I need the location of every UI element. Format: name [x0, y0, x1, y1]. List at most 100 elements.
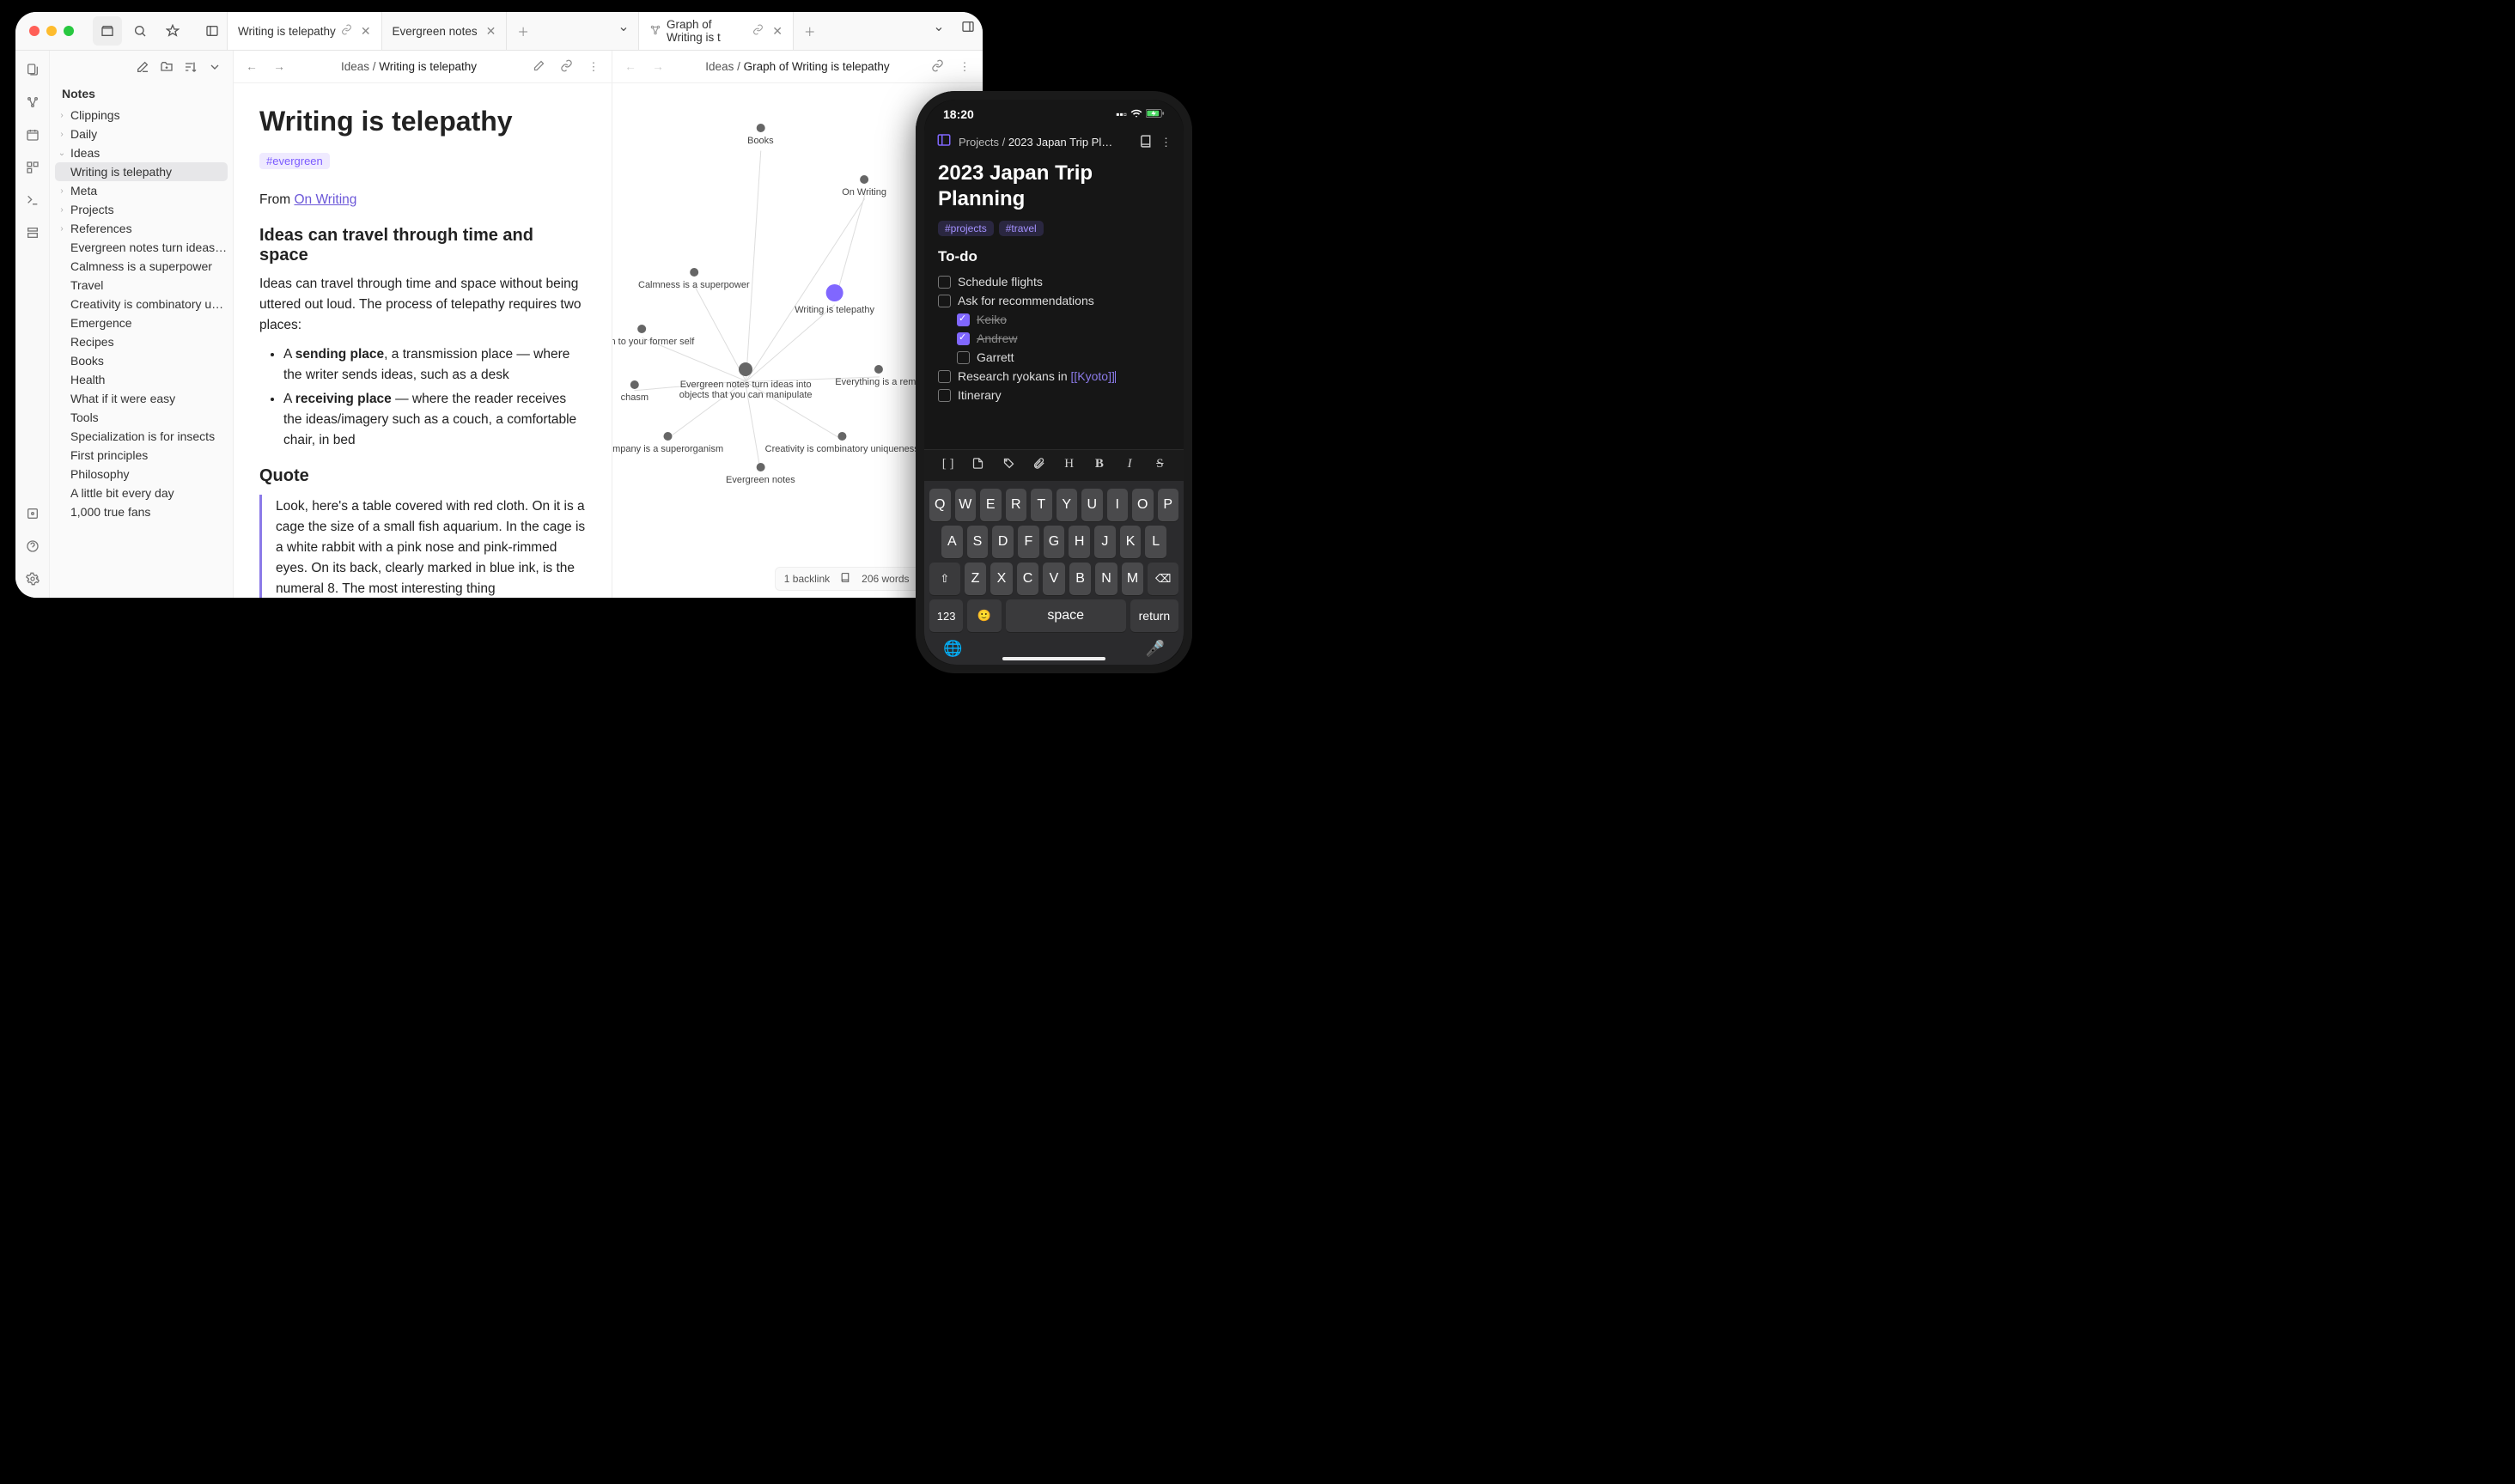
- graph-node[interactable]: Books: [747, 124, 774, 146]
- key-i[interactable]: I: [1107, 489, 1129, 521]
- key-x[interactable]: X: [990, 563, 1013, 595]
- graph-node[interactable]: gation to your former self: [612, 325, 694, 347]
- vault-switcher-icon[interactable]: [21, 502, 45, 526]
- key-k[interactable]: K: [1120, 526, 1142, 558]
- todo-item[interactable]: Schedule flights: [938, 272, 1170, 291]
- edit-mode-icon[interactable]: [529, 59, 548, 75]
- return-key[interactable]: return: [1130, 599, 1178, 632]
- folder-row[interactable]: ›Projects: [50, 200, 233, 219]
- file-icon[interactable]: [967, 457, 990, 474]
- more-icon[interactable]: ⋮: [955, 60, 974, 74]
- graph-node[interactable]: Evergreen notes turn ideas into objects …: [677, 362, 814, 400]
- brackets-icon[interactable]: [ ]: [937, 457, 959, 474]
- new-tab-button[interactable]: ＋: [794, 12, 826, 50]
- checkbox[interactable]: [938, 389, 951, 402]
- calendar-icon[interactable]: [21, 123, 45, 147]
- more-icon[interactable]: ⋮: [584, 60, 603, 74]
- key-f[interactable]: F: [1018, 526, 1039, 558]
- close-tab-icon[interactable]: ✕: [486, 24, 496, 39]
- file-row[interactable]: Tools: [50, 408, 233, 427]
- key-l[interactable]: L: [1145, 526, 1166, 558]
- phone-document[interactable]: 2023 Japan Trip Planning #projects#trave…: [924, 155, 1184, 449]
- graph-node[interactable]: Everything is a remix: [835, 365, 923, 387]
- internal-link[interactable]: On Writing: [294, 192, 356, 207]
- key-w[interactable]: W: [955, 489, 977, 521]
- file-row[interactable]: Writing is telepathy: [55, 162, 228, 181]
- globe-icon[interactable]: 🌐: [943, 640, 962, 658]
- vault-icon[interactable]: [93, 16, 122, 46]
- home-indicator[interactable]: [1002, 657, 1105, 660]
- file-row[interactable]: Evergreen notes turn ideas…: [50, 238, 233, 257]
- key-n[interactable]: N: [1095, 563, 1117, 595]
- todo-item[interactable]: Garrett: [938, 348, 1170, 367]
- file-row[interactable]: What if it were easy: [50, 389, 233, 408]
- reading-mode-icon[interactable]: [1139, 134, 1154, 151]
- backspace-key[interactable]: ⌫: [1148, 563, 1178, 595]
- right-sidebar-toggle-icon[interactable]: [953, 12, 983, 41]
- key-a[interactable]: A: [941, 526, 963, 558]
- tag-icon[interactable]: [997, 457, 1020, 474]
- tab-dropdown-icon[interactable]: ⌄: [609, 12, 638, 41]
- checkbox[interactable]: [957, 351, 970, 364]
- new-folder-icon[interactable]: [157, 58, 176, 76]
- file-row[interactable]: Recipes: [50, 332, 233, 351]
- tab-dropdown-icon[interactable]: ⌄: [924, 12, 953, 41]
- close-tab-icon[interactable]: ✕: [361, 24, 371, 39]
- key-p[interactable]: P: [1158, 489, 1179, 521]
- folder-row[interactable]: ›Meta: [50, 181, 233, 200]
- italic-button[interactable]: I: [1118, 457, 1141, 474]
- key-e[interactable]: E: [980, 489, 1002, 521]
- key-o[interactable]: O: [1132, 489, 1154, 521]
- file-row[interactable]: 1,000 true fans: [50, 502, 233, 521]
- file-row[interactable]: Health: [50, 370, 233, 389]
- todo-item[interactable]: Ask for recommendations: [938, 291, 1170, 310]
- strike-button[interactable]: S: [1148, 457, 1171, 474]
- key-g[interactable]: G: [1044, 526, 1065, 558]
- graph-node[interactable]: Evergreen notes: [726, 463, 795, 485]
- graph-view-icon[interactable]: [21, 90, 45, 114]
- tag[interactable]: #evergreen: [259, 153, 330, 169]
- key-j[interactable]: J: [1094, 526, 1116, 558]
- graph-node[interactable]: On Writing: [842, 175, 886, 198]
- numbers-key[interactable]: 123: [929, 599, 963, 632]
- key-r[interactable]: R: [1006, 489, 1027, 521]
- key-z[interactable]: Z: [965, 563, 987, 595]
- star-icon[interactable]: [158, 16, 187, 46]
- folder-row[interactable]: ›Clippings: [50, 106, 233, 125]
- breadcrumb[interactable]: Projects / 2023 Japan Trip Pl…: [959, 136, 1132, 149]
- key-u[interactable]: U: [1081, 489, 1103, 521]
- key-h[interactable]: H: [1069, 526, 1090, 558]
- more-icon[interactable]: ⋮: [1160, 136, 1172, 149]
- graph-node[interactable]: chasm: [621, 380, 649, 403]
- tab-evergreen[interactable]: Evergreen notes ✕: [382, 12, 508, 50]
- graph-node[interactable]: mpany is a superorganism: [612, 432, 723, 454]
- mic-icon[interactable]: 🎤: [1146, 640, 1165, 658]
- internal-link[interactable]: [[Kyoto]]: [1071, 369, 1115, 383]
- close-window-button[interactable]: [29, 26, 40, 36]
- file-row[interactable]: Creativity is combinatory u…: [50, 295, 233, 313]
- file-row[interactable]: Philosophy: [50, 465, 233, 484]
- file-row[interactable]: Specialization is for insects: [50, 427, 233, 446]
- key-s[interactable]: S: [967, 526, 989, 558]
- file-row[interactable]: First principles: [50, 446, 233, 465]
- close-tab-icon[interactable]: ✕: [772, 24, 783, 39]
- key-t[interactable]: T: [1031, 489, 1052, 521]
- left-sidebar-toggle-icon[interactable]: [198, 16, 227, 46]
- backlinks-count[interactable]: 1 backlink: [784, 573, 830, 585]
- nav-back-icon[interactable]: ←: [242, 60, 261, 73]
- bold-button[interactable]: B: [1088, 457, 1111, 474]
- checkbox[interactable]: [957, 332, 970, 345]
- sort-icon[interactable]: [181, 58, 200, 76]
- search-icon[interactable]: [125, 16, 155, 46]
- collapse-icon[interactable]: [205, 58, 224, 76]
- file-row[interactable]: Books: [50, 351, 233, 370]
- key-c[interactable]: C: [1017, 563, 1039, 595]
- file-row[interactable]: Travel: [50, 276, 233, 295]
- template-icon[interactable]: [21, 221, 45, 245]
- checkbox[interactable]: [938, 295, 951, 307]
- help-icon[interactable]: [21, 534, 45, 558]
- checkbox[interactable]: [938, 276, 951, 289]
- folder-row[interactable]: ⌄Ideas: [50, 143, 233, 162]
- nav-forward-icon[interactable]: →: [270, 60, 289, 73]
- key-m[interactable]: M: [1122, 563, 1144, 595]
